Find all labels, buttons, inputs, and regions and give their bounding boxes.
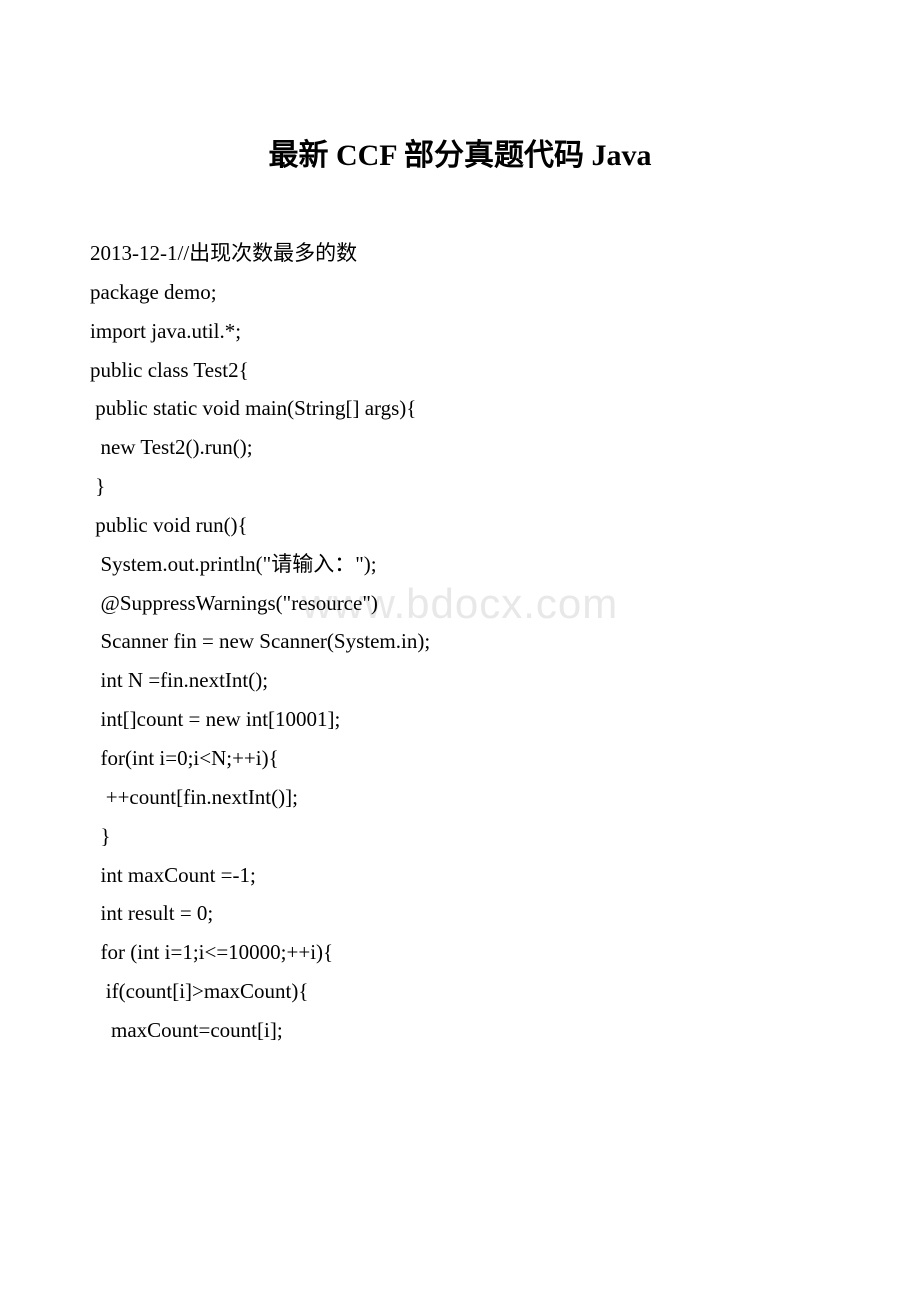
document-content: 最新 CCF 部分真题代码 Java 2013-12-1//出现次数最多的数 p…: [90, 130, 830, 1050]
code-line: if(count[i]>maxCount){: [90, 972, 830, 1011]
code-line: int[]count = new int[10001];: [90, 700, 830, 739]
code-line: int N =fin.nextInt();: [90, 661, 830, 700]
code-line: int result = 0;: [90, 894, 830, 933]
code-line: package demo;: [90, 273, 830, 312]
code-line: ++count[fin.nextInt()];: [90, 778, 830, 817]
code-line: System.out.println("请输入：");: [90, 545, 830, 584]
code-line: public class Test2{: [90, 351, 830, 390]
code-line: int maxCount =-1;: [90, 856, 830, 895]
code-block: 2013-12-1//出现次数最多的数 package demo; import…: [90, 234, 830, 1050]
code-line: }: [90, 817, 830, 856]
code-line: for (int i=1;i<=10000;++i){: [90, 933, 830, 972]
code-line: public static void main(String[] args){: [90, 389, 830, 428]
code-line: maxCount=count[i];: [90, 1011, 830, 1050]
code-line: new Test2().run();: [90, 428, 830, 467]
document-title: 最新 CCF 部分真题代码 Java: [90, 130, 830, 174]
code-line: @SuppressWarnings("resource"): [90, 584, 830, 623]
code-line: import java.util.*;: [90, 312, 830, 351]
code-line: Scanner fin = new Scanner(System.in);: [90, 622, 830, 661]
code-line: public void run(){: [90, 506, 830, 545]
code-line: for(int i=0;i<N;++i){: [90, 739, 830, 778]
code-line: }: [90, 467, 830, 506]
code-line: 2013-12-1//出现次数最多的数: [90, 234, 830, 273]
